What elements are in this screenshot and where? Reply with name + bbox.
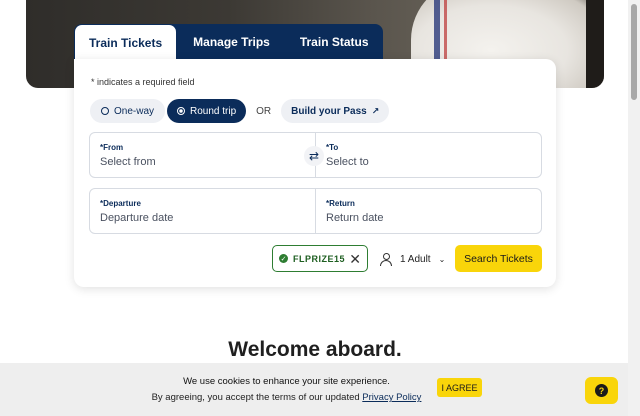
help-icon: ? (595, 384, 608, 397)
departure-label: *Departure (100, 199, 141, 208)
to-field[interactable]: *To Select to (315, 133, 541, 177)
one-way-option[interactable]: One-way (90, 99, 166, 123)
cookie-terms: By agreeing, you accept the terms of our… (0, 392, 573, 403)
or-separator: OR (256, 105, 272, 117)
round-trip-label: Round trip (190, 105, 237, 117)
hero-shadow (586, 0, 604, 88)
from-field[interactable]: *From Select from (90, 133, 315, 177)
cookie-terms-text: By agreeing, you accept the terms of our… (151, 392, 360, 403)
person-icon (380, 252, 392, 266)
swap-icon[interactable]: ⇄ (304, 146, 324, 166)
return-field[interactable]: *Return Return date (315, 189, 541, 233)
check-circle-icon: ✓ (279, 254, 288, 263)
departure-placeholder: Departure date (100, 212, 174, 224)
tab-train-tickets[interactable]: Train Tickets (74, 24, 178, 60)
scrollbar-thumb[interactable] (631, 4, 637, 100)
promo-code-chip[interactable]: ✓ FLPRIZE15 ✕ (272, 245, 368, 272)
one-way-label: One-way (114, 105, 155, 117)
privacy-policy-link[interactable]: Privacy Policy (362, 392, 421, 403)
chevron-down-icon: ⌄ (438, 254, 446, 264)
to-label: *To (326, 143, 339, 152)
external-link-icon: ↗ (371, 105, 380, 116)
to-placeholder: Select to (326, 156, 369, 168)
booking-tabs: Train Tickets Manage Trips Train Status (74, 24, 383, 60)
radio-selected-icon (177, 107, 186, 115)
help-button[interactable]: ? (585, 377, 618, 404)
tab-manage-trips[interactable]: Manage Trips (179, 24, 284, 60)
radio-icon (101, 107, 109, 115)
required-note: * indicates a required field (91, 77, 195, 87)
date-fields: *Departure Departure date *Return Return… (89, 188, 542, 234)
round-trip-option[interactable]: Round trip (167, 99, 247, 123)
build-pass-button[interactable]: Build your Pass ↗ (281, 99, 390, 123)
return-placeholder: Return date (326, 212, 384, 224)
passenger-selector[interactable]: 1 Adult ⌄ (380, 248, 445, 270)
from-label: *From (100, 143, 124, 152)
from-placeholder: Select from (100, 156, 156, 168)
agree-button[interactable]: I AGREE (437, 378, 482, 397)
passenger-count: 1 Adult (400, 253, 431, 265)
close-icon[interactable]: ✕ (349, 252, 361, 266)
departure-field[interactable]: *Departure Departure date (90, 189, 315, 233)
tab-train-status[interactable]: Train Status (286, 24, 383, 60)
search-tickets-button[interactable]: Search Tickets (455, 245, 542, 272)
return-label: *Return (326, 199, 355, 208)
route-fields: *From Select from *To Select to ⇄ (89, 132, 542, 178)
cookie-message: We use cookies to enhance your site expe… (183, 376, 390, 387)
welcome-heading: Welcome aboard. (228, 338, 402, 361)
booking-card: * indicates a required field One-way Rou… (74, 59, 556, 287)
promo-code: FLPRIZE15 (293, 253, 346, 264)
trip-type-selector: One-way Round trip OR Build your Pass ↗ (90, 99, 390, 123)
cookie-banner: We use cookies to enhance your site expe… (0, 363, 628, 416)
build-pass-label: Build your Pass (291, 105, 367, 117)
